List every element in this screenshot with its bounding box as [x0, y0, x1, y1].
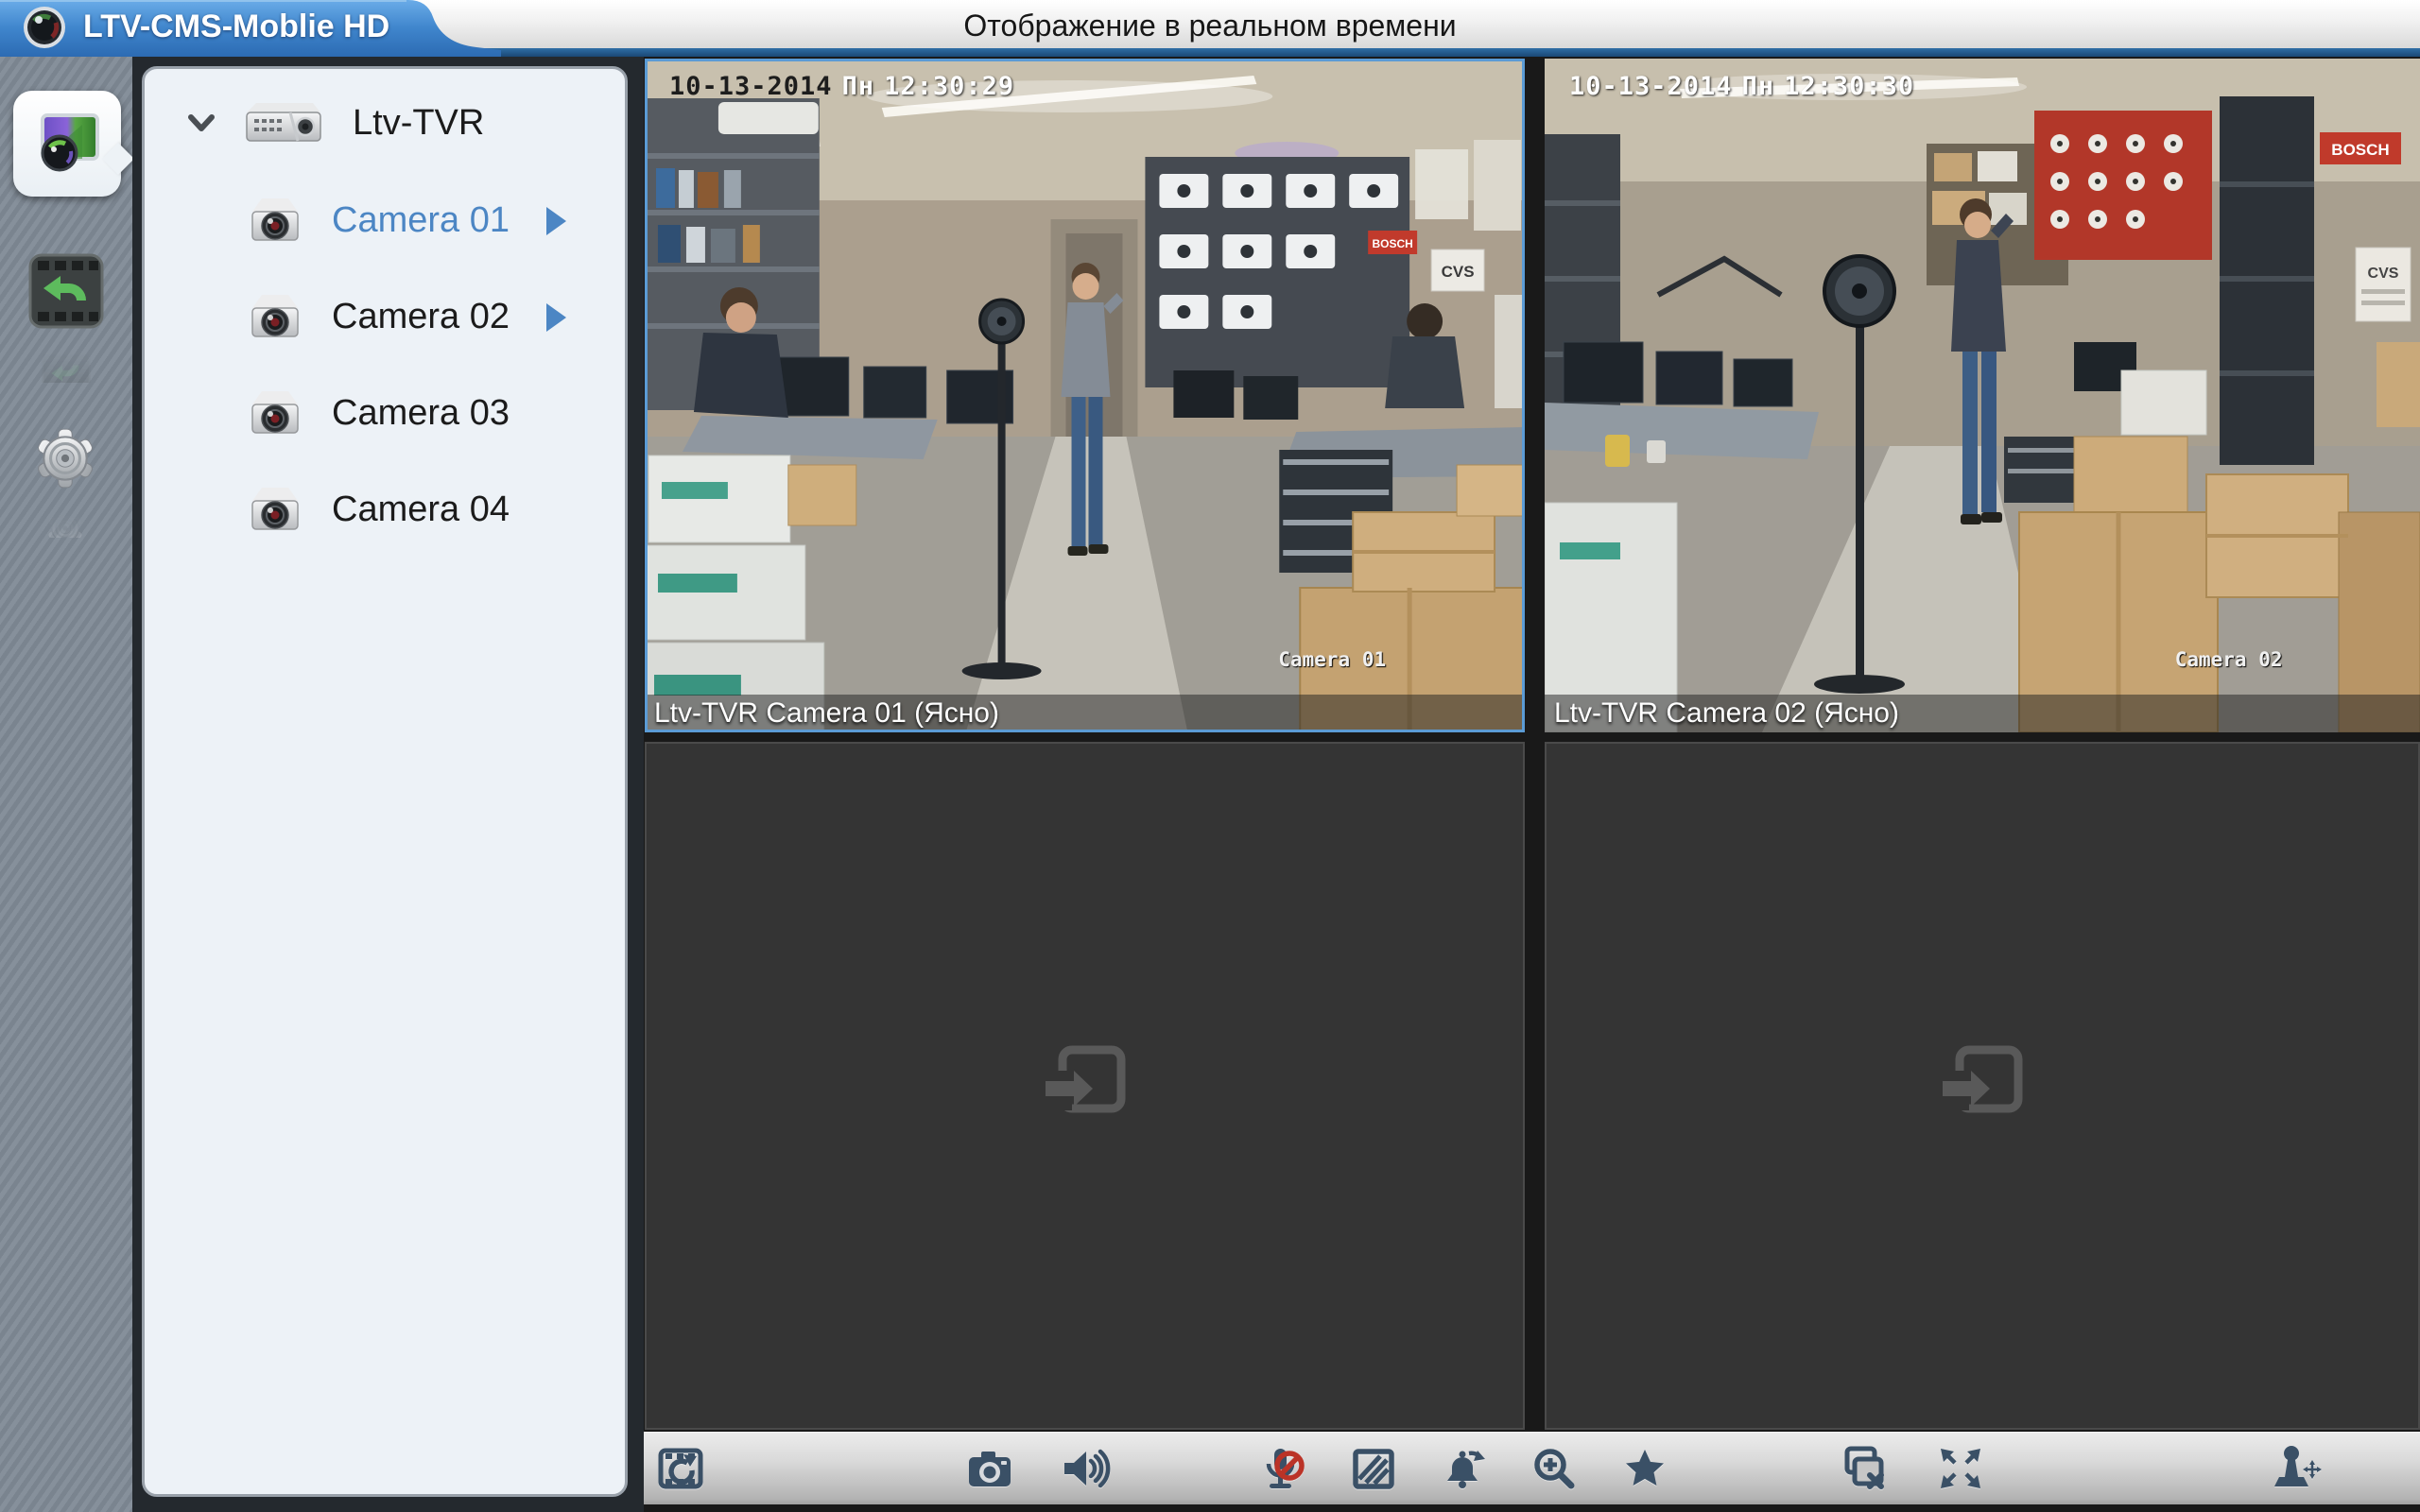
empty-channel-tile[interactable] [1545, 742, 2420, 1430]
audio-button[interactable] [1054, 1438, 1115, 1499]
title-bar: Отображение в реальном времени LTV-CMS-M… [0, 0, 2420, 57]
tree-row-camera-04[interactable]: Camera 04 [145, 464, 625, 555]
stream-arrow-icon[interactable] [546, 207, 566, 235]
snapshot-button[interactable] [959, 1438, 1020, 1499]
favorite-button[interactable] [1615, 1438, 1675, 1499]
app-tab: LTV-CMS-Moblie HD [0, 0, 501, 57]
playback-icon-reflection [28, 334, 104, 383]
fullscreen-button[interactable] [1930, 1438, 1991, 1499]
svg-text:BOSCH: BOSCH [2331, 141, 2389, 159]
sidebar [0, 57, 132, 1512]
toolbar [644, 1432, 2420, 1504]
video-tile-camera-01[interactable]: BOSCH CVS 10-13-2 [645, 59, 1525, 732]
svg-text:CVS: CVS [1442, 263, 1475, 281]
sidebar-item-settings[interactable] [32, 425, 98, 491]
camera-device-icon [245, 287, 305, 346]
close-channel-button[interactable] [1836, 1438, 1896, 1499]
speaker-icon [1057, 1441, 1112, 1496]
close-window-icon [1839, 1441, 1893, 1496]
alarm-bell-icon [1438, 1441, 1493, 1496]
tile-caption: Ltv-TVR Camera 02 (Ясно) [1545, 695, 2420, 732]
app-title: LTV-CMS-Moblie HD [83, 0, 389, 53]
zoom-plus-icon [1527, 1441, 1582, 1496]
fullscreen-arrows-icon [1933, 1441, 1988, 1496]
osd-timestamp: 10-13-2014Пн12:30:30 [1569, 72, 1924, 101]
stream-quality-button[interactable] [1343, 1438, 1404, 1499]
chevron-down-icon[interactable] [186, 110, 216, 136]
filmstrip-replay-icon [654, 1441, 709, 1496]
sidebar-item-live-view[interactable] [13, 91, 121, 197]
camera-02-label: Camera 02 [332, 297, 510, 337]
instant-playback-button[interactable] [651, 1438, 712, 1499]
live-view-icon [31, 108, 103, 180]
camera-02-video-frame: BOSCH CVS [1545, 59, 2420, 732]
dvr-icon [239, 95, 326, 150]
mic-muted-icon [1257, 1441, 1312, 1496]
camera-01-video-frame: BOSCH CVS [645, 59, 1525, 732]
osd-camera-name: Camera 01 [1278, 648, 1386, 671]
osd-timestamp: 10-13-2014Пн12:30:29 [669, 72, 1024, 101]
microphone-off-button[interactable] [1254, 1438, 1315, 1499]
add-channel-icon [1038, 1039, 1132, 1133]
camera-icon [962, 1441, 1017, 1496]
tree-row-camera-01[interactable]: Camera 01 [145, 175, 625, 266]
tree-row-camera-03[interactable]: Camera 03 [145, 368, 625, 458]
osd-camera-name: Camera 02 [2175, 648, 2283, 671]
tree-row-device[interactable]: Ltv-TVR [145, 77, 625, 168]
image-quality-icon [1346, 1441, 1401, 1496]
device-name: Ltv-TVR [353, 103, 484, 144]
svg-text:CVS: CVS [2368, 266, 2399, 282]
video-tile-camera-02[interactable]: BOSCH CVS [1545, 59, 2420, 732]
digital-zoom-button[interactable] [1524, 1438, 1584, 1499]
alarm-button[interactable] [1435, 1438, 1495, 1499]
video-grid: BOSCH CVS 10-13-2 [644, 57, 2420, 1512]
gear-icon-reflection [32, 496, 98, 538]
ptz-button[interactable] [2264, 1438, 2325, 1499]
svg-text:BOSCH: BOSCH [1373, 237, 1413, 250]
gear-icon [32, 425, 98, 491]
device-tree-zone: Ltv-TVR Camera 01 Camera 02 Camera 03 Ca… [132, 57, 644, 1512]
camera-device-icon [245, 480, 305, 539]
tile-caption: Ltv-TVR Camera 01 (Ясно) [645, 695, 1525, 732]
tree-row-camera-02[interactable]: Camera 02 [145, 271, 625, 362]
empty-channel-tile[interactable] [645, 742, 1525, 1430]
add-channel-icon [1935, 1039, 2030, 1133]
app-window: Отображение в реальном времени LTV-CMS-M… [0, 0, 2420, 1512]
app-logo-lens-icon [23, 6, 66, 49]
stream-arrow-icon[interactable] [546, 303, 566, 332]
camera-04-label: Camera 04 [332, 490, 510, 530]
camera-device-icon [245, 384, 305, 442]
camera-03-label: Camera 03 [332, 393, 510, 434]
playback-filmstrip-icon [28, 253, 104, 329]
ptz-joystick-icon [2267, 1441, 2322, 1496]
sidebar-item-remote-playback[interactable] [28, 253, 104, 329]
camera-device-icon [245, 191, 305, 249]
star-icon [1617, 1441, 1672, 1496]
device-tree-panel: Ltv-TVR Camera 01 Camera 02 Camera 03 Ca… [142, 66, 628, 1497]
camera-01-label: Camera 01 [332, 200, 510, 241]
